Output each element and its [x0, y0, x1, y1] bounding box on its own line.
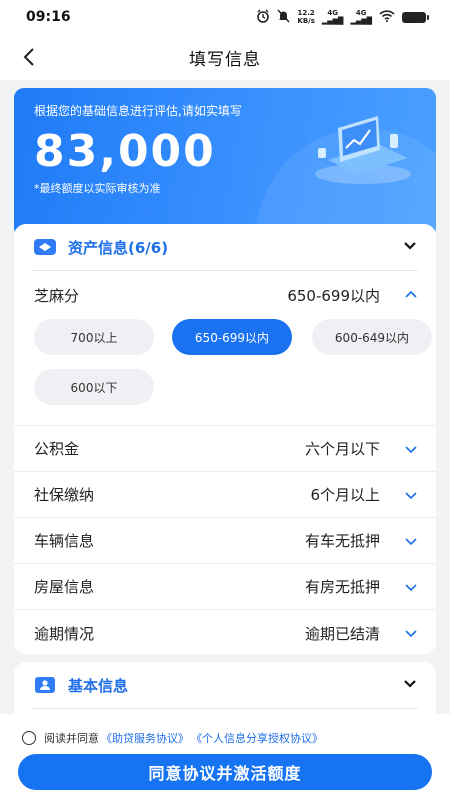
row-value: 六个月以下: [304, 440, 380, 458]
status-bar: 09:16 12.2 KB/s 4G ▂▄▆█ 4G ▂▄▆█: [0, 0, 450, 34]
signal-4g-1: 4G ▂▄▆█: [321, 9, 344, 25]
sesame-options: 700以上 650-699以内 600-649以内 600以下: [14, 319, 436, 426]
agree-text: 阅读并同意: [44, 732, 99, 745]
basic-info-card: 基本信息: [14, 662, 436, 722]
asset-diamond-icon: [34, 239, 56, 255]
signal-label-2: 4G: [355, 9, 367, 17]
agree-radio[interactable]: [22, 731, 36, 745]
asset-section-header[interactable]: 资产信息(6/6): [14, 224, 436, 270]
row-label: 车辆信息: [34, 532, 95, 550]
row-value: 有车无抵押: [304, 532, 380, 550]
chevron-down-icon: [405, 538, 417, 546]
chevron-up-icon: [405, 290, 417, 298]
page-title: 填写信息: [189, 49, 261, 70]
back-arrow-icon: [23, 48, 34, 66]
chevron-down-icon: [405, 446, 417, 454]
privacy-authorization-link[interactable]: 《个人信息分享授权协议》: [191, 730, 323, 746]
status-time: 09:16: [26, 9, 71, 25]
row-label: 公积金: [34, 440, 80, 458]
vehicle-info-row[interactable]: 车辆信息 有车无抵押: [14, 518, 436, 564]
credit-amount: 83,000: [34, 126, 216, 177]
basic-section-header[interactable]: 基本信息: [14, 662, 436, 708]
id-card-icon: [34, 677, 56, 693]
row-label: 社保缴纳: [34, 486, 95, 504]
chevron-down-icon: [405, 584, 417, 592]
loan-service-agreement-link[interactable]: 《助贷服务协议》: [101, 730, 189, 746]
sesame-option-600-649[interactable]: 600-649以内: [312, 319, 432, 355]
expand-chevron-icon: [404, 680, 416, 688]
chart-monitor-illustration-icon: [315, 116, 411, 184]
sesame-option-below-600[interactable]: 600以下: [34, 369, 154, 405]
social-security-row[interactable]: 社保缴纳 6个月以上: [14, 472, 436, 518]
basic-section-title: 基本信息: [68, 676, 129, 695]
sesame-option-700-plus[interactable]: 700以上: [34, 319, 154, 355]
house-info-row[interactable]: 房屋信息 有房无抵押: [14, 564, 436, 610]
status-icons: 12.2 KB/s 4G ▂▄▆█ 4G ▂▄▆█: [256, 9, 429, 26]
activate-credit-button[interactable]: 同意协议并激活额度: [18, 754, 432, 790]
nav-bar: 填写信息: [0, 34, 450, 80]
asset-section-title: 资产信息(6/6): [68, 238, 169, 257]
row-label: 房屋信息: [34, 578, 95, 596]
sesame-value: 650-699以内: [287, 286, 380, 305]
row-label: 逾期情况: [34, 624, 95, 643]
bottom-action-bar: 阅读并同意 《助贷服务协议》 《个人信息分享授权协议》 同意协议并激活额度: [0, 714, 450, 800]
row-value: 有房无抵押: [304, 578, 380, 596]
row-value: 6个月以上: [310, 486, 380, 504]
wifi-icon: [379, 9, 395, 25]
battery-icon: [402, 11, 429, 23]
network-speed-unit: KB/s: [297, 17, 315, 25]
banner-note: *最终额度以实际审核为准: [34, 182, 161, 195]
chevron-down-icon: [405, 630, 417, 638]
overdue-row[interactable]: 逾期情况 逾期已结清: [14, 610, 436, 656]
signal-4g-2: 4G ▂▄▆█: [350, 9, 372, 25]
sesame-label: 芝麻分: [34, 286, 80, 305]
mute-bell-icon: [277, 9, 290, 26]
alarm-icon: [256, 9, 270, 26]
asset-info-card: 资产信息(6/6) 芝麻分 650-699以内 700以上 650-699以内 …: [14, 224, 436, 654]
housing-fund-row[interactable]: 公积金 六个月以下: [14, 426, 436, 472]
collapse-chevron-icon: [404, 242, 416, 250]
row-value: 逾期已结清: [304, 624, 380, 643]
credit-estimate-banner: 根据您的基础信息进行评估,请如实填写 83,000 *最终额度以实际审核为准: [14, 88, 436, 238]
network-speed-value: 12.2: [297, 9, 315, 17]
agreement-line: 阅读并同意 《助贷服务协议》 《个人信息分享授权协议》: [22, 730, 323, 746]
sesame-option-650-699[interactable]: 650-699以内: [172, 319, 292, 355]
section-divider: [32, 708, 418, 709]
sesame-score-row[interactable]: 芝麻分 650-699以内: [14, 271, 436, 319]
back-button[interactable]: [16, 44, 42, 70]
signal-label-1: 4G: [327, 9, 338, 17]
chevron-down-icon: [405, 492, 417, 500]
banner-hint: 根据您的基础信息进行评估,请如实填写: [34, 104, 242, 118]
network-speed: 12.2 KB/s: [297, 9, 314, 25]
